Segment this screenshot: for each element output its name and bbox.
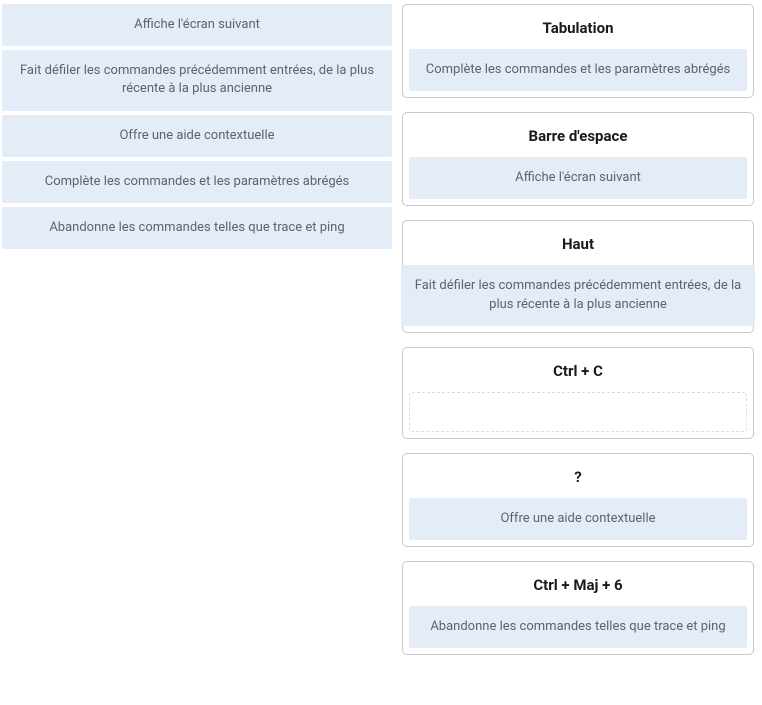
matching-exercise: Affiche l'écran suivant Fait défiler les… xyxy=(2,4,760,655)
target-title: Ctrl + Maj + 6 xyxy=(409,572,747,606)
drop-zone[interactable]: Fait défiler les commandes précédemment … xyxy=(401,265,755,325)
source-item[interactable]: Affiche l'écran suivant xyxy=(2,4,392,46)
target-title: ? xyxy=(409,464,747,498)
target-list: Tabulation Complète les commandes et les… xyxy=(402,4,754,655)
target-title: Tabulation xyxy=(409,15,747,49)
source-item[interactable]: Complète les commandes et les paramètres… xyxy=(2,161,392,203)
source-item[interactable]: Abandonne les commandes telles que trace… xyxy=(2,207,392,249)
drop-zone[interactable] xyxy=(409,392,747,432)
target-card-space: Barre d'espace Affiche l'écran suivant xyxy=(402,112,754,206)
target-card-ctrl-c: Ctrl + C xyxy=(402,347,754,439)
source-list: Affiche l'écran suivant Fait défiler les… xyxy=(2,4,392,249)
target-title: Haut xyxy=(409,231,747,265)
source-item[interactable]: Offre une aide contextuelle xyxy=(2,115,392,157)
source-item[interactable]: Fait défiler les commandes précédemment … xyxy=(2,50,392,110)
drop-zone[interactable]: Affiche l'écran suivant xyxy=(409,157,747,199)
target-card-ctrl-maj-6: Ctrl + Maj + 6 Abandonne les commandes t… xyxy=(402,561,754,655)
target-card-question: ? Offre une aide contextuelle xyxy=(402,453,754,547)
drop-zone[interactable]: Abandonne les commandes telles que trace… xyxy=(409,606,747,648)
target-card-tabulation: Tabulation Complète les commandes et les… xyxy=(402,4,754,98)
target-card-haut: Haut Fait défiler les commandes précédem… xyxy=(402,220,754,332)
target-title: Barre d'espace xyxy=(409,123,747,157)
drop-zone[interactable]: Offre une aide contextuelle xyxy=(409,498,747,540)
target-title: Ctrl + C xyxy=(409,358,747,392)
drop-zone[interactable]: Complète les commandes et les paramètres… xyxy=(409,49,747,91)
